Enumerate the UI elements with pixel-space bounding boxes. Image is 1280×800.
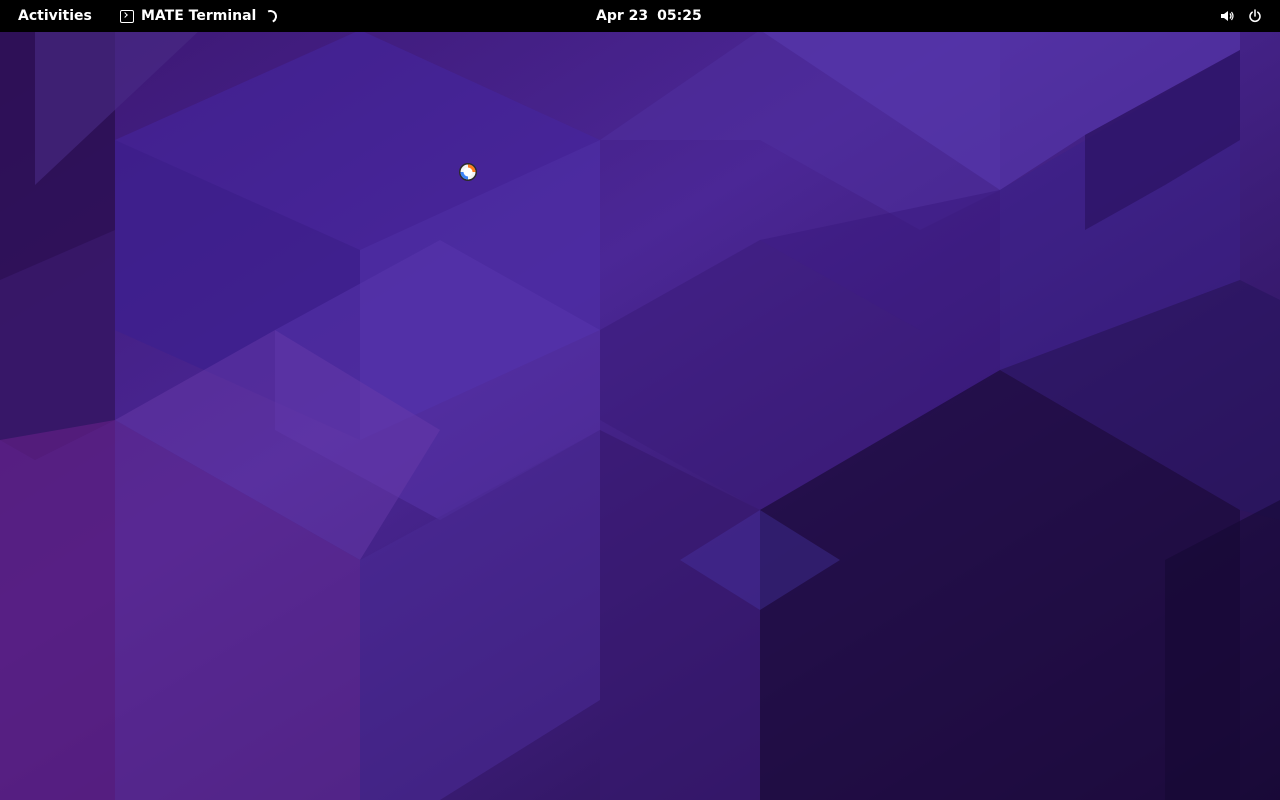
terminal-icon xyxy=(120,9,134,23)
activities-label: Activities xyxy=(18,8,92,24)
activities-button[interactable]: Activities xyxy=(18,0,92,32)
clock-time: 05:25 xyxy=(657,8,702,24)
system-menu-button[interactable] xyxy=(1220,0,1262,32)
app-menu-label: MATE Terminal xyxy=(141,8,257,24)
wallpaper-background xyxy=(0,0,1280,800)
loading-spinner-icon xyxy=(262,7,280,25)
desktop[interactable]: Activities MATE Terminal Apr 23 05:25 xyxy=(0,0,1280,800)
clock-date: Apr 23 xyxy=(596,8,649,24)
clock-button[interactable]: Apr 23 05:25 xyxy=(596,0,702,32)
busy-cursor-icon xyxy=(459,163,477,181)
volume-icon xyxy=(1220,9,1234,23)
top-bar: Activities MATE Terminal Apr 23 05:25 xyxy=(0,0,1280,32)
power-icon xyxy=(1248,9,1262,23)
app-menu-button[interactable]: MATE Terminal xyxy=(120,0,280,32)
